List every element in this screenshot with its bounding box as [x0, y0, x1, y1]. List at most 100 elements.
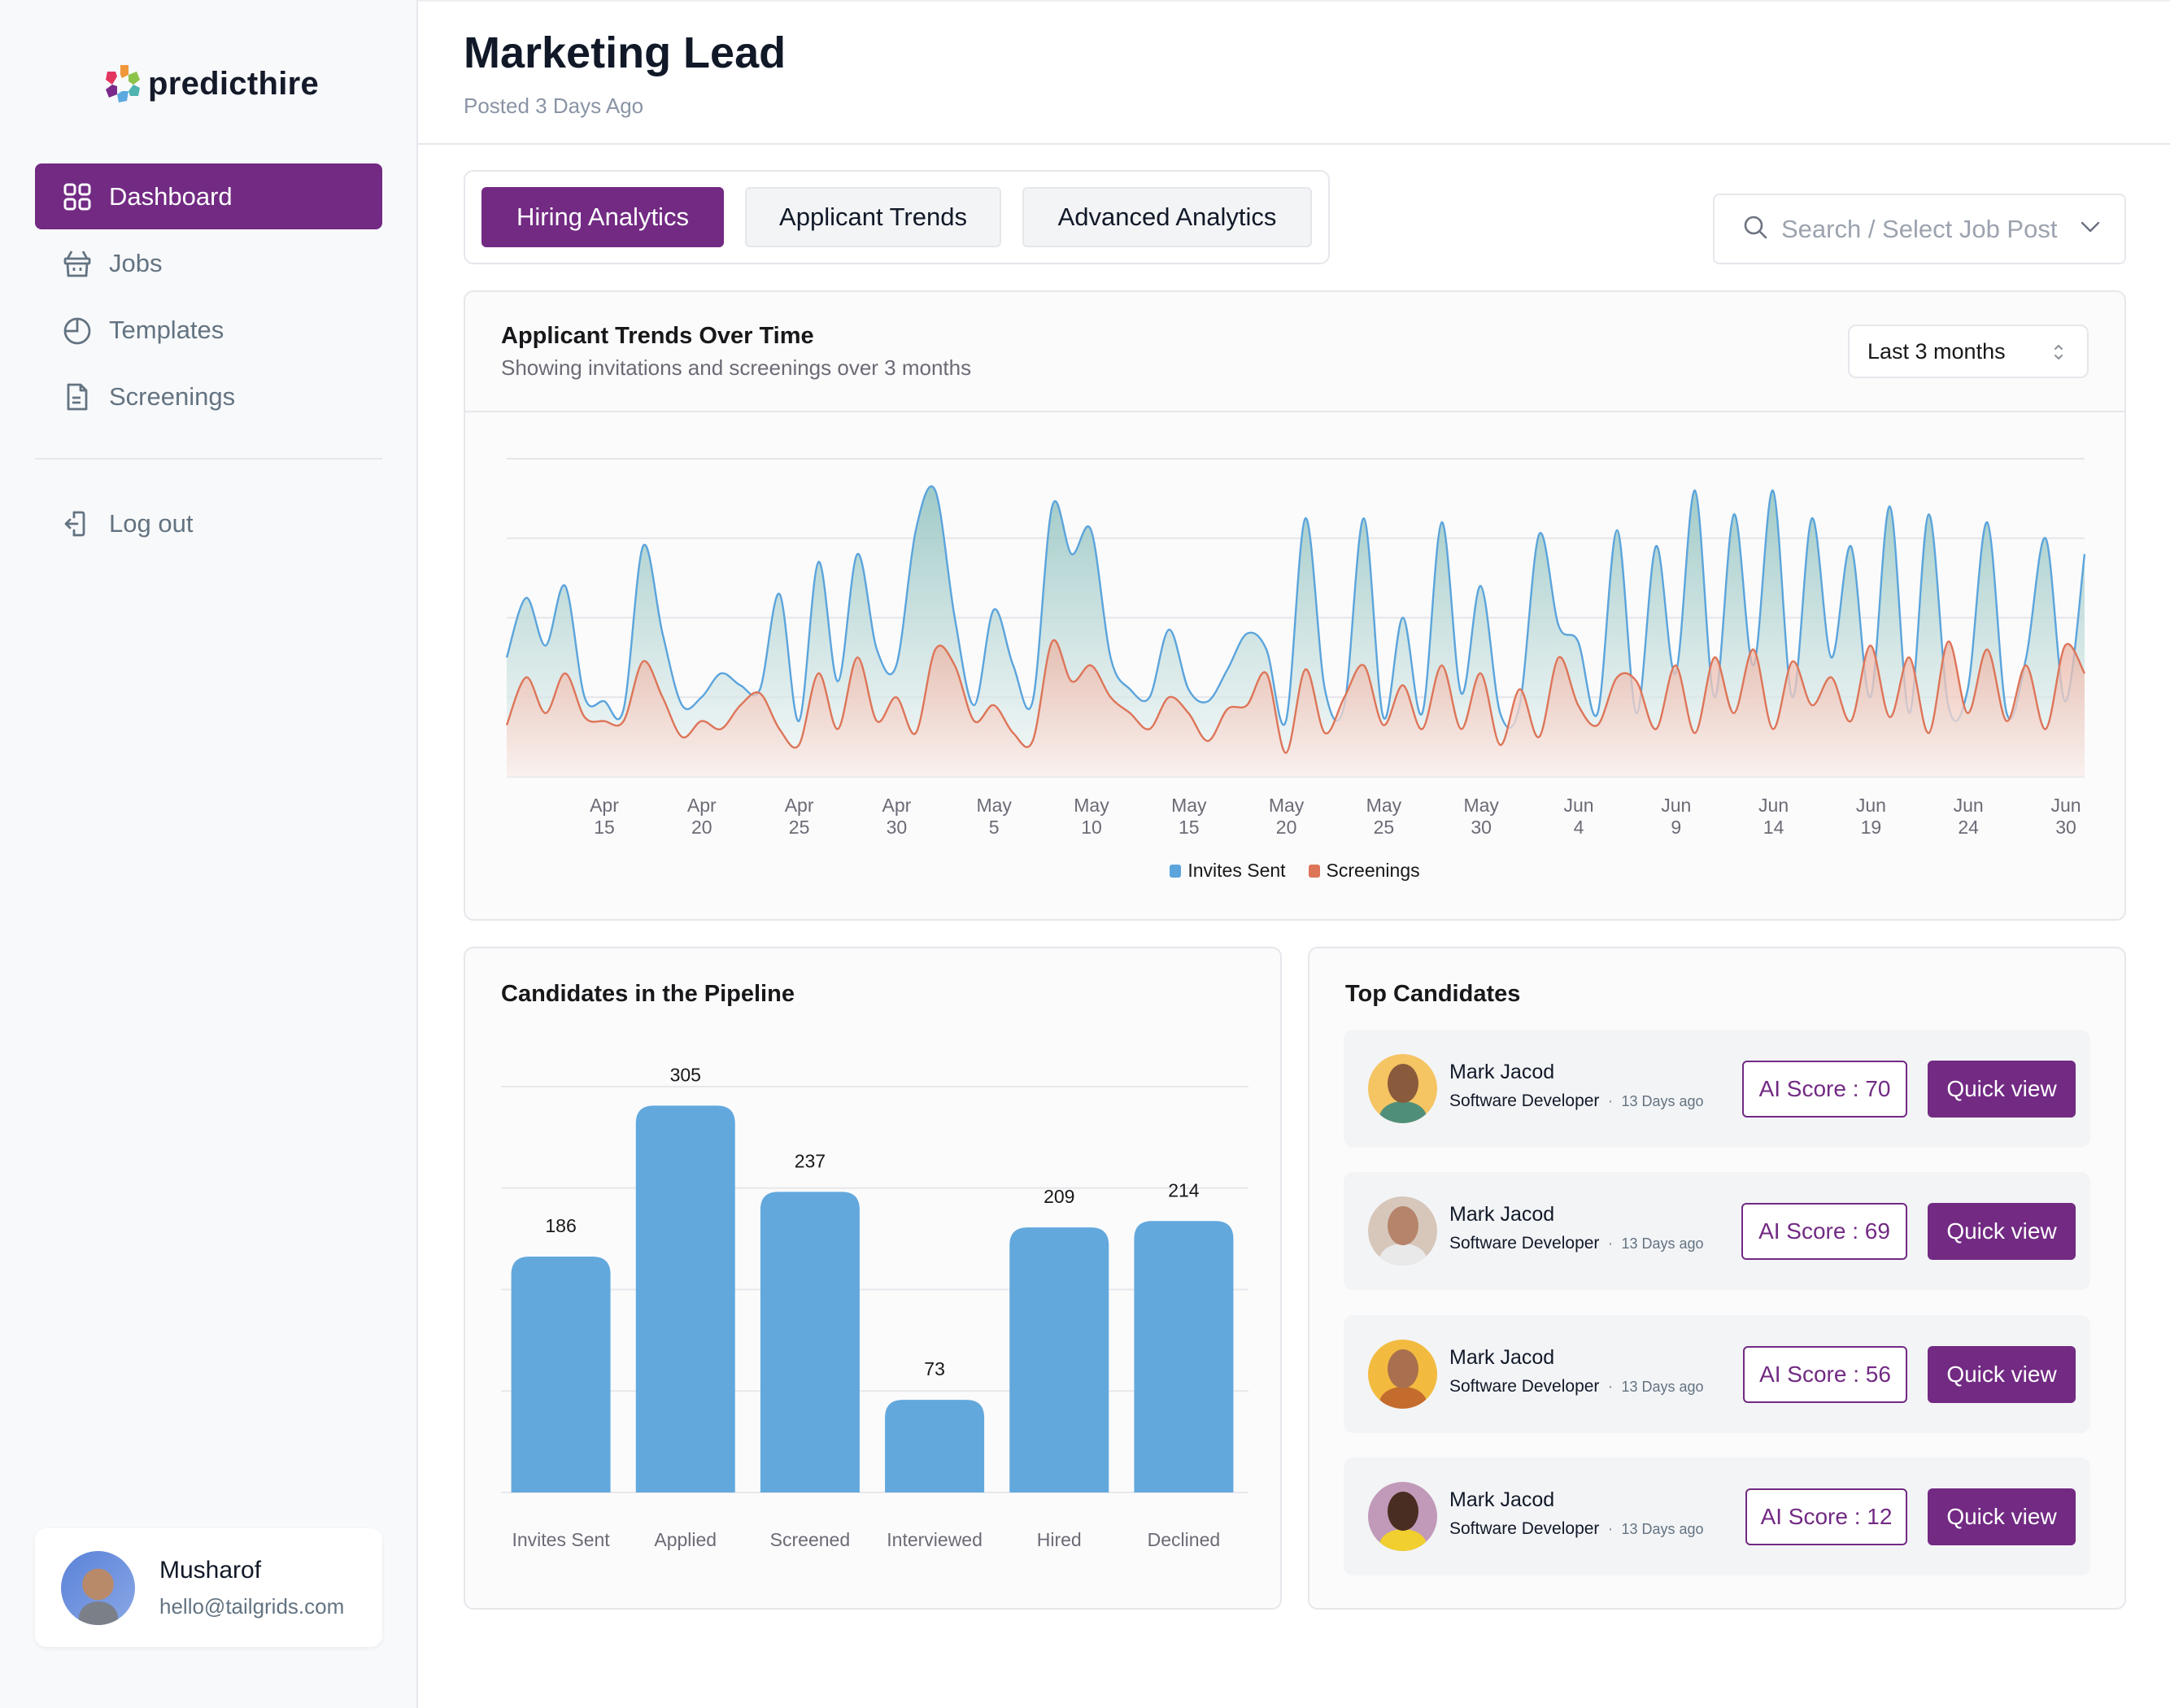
bar-value-label: 73 [924, 1358, 945, 1379]
x-tick-label: May 10 [1074, 795, 1109, 838]
sidebar-item-label: Dashboard [109, 181, 233, 211]
separator-dot: · [1607, 1091, 1614, 1110]
candidate-avatar [1368, 1196, 1437, 1266]
candidate-name[interactable]: Mark Jacod [1449, 1488, 1554, 1512]
sidebar-nav: Dashboard Jobs Templates Screenings [35, 163, 382, 430]
candidate-role: Software Developer [1449, 1091, 1600, 1110]
x-tick-label: May 30 [1463, 795, 1499, 838]
legend-item-screenings[interactable]: Screenings [1308, 860, 1420, 882]
bar-base [885, 1478, 985, 1492]
bar-hired[interactable] [1009, 1227, 1109, 1492]
grid-icon [62, 181, 93, 212]
page-title: Marketing Lead [464, 28, 787, 77]
bar-base [635, 1478, 735, 1492]
logo-icon [106, 65, 140, 102]
sidebar-item-jobs[interactable]: Jobs [35, 230, 382, 296]
trend-card-subtitle: Showing invitations and screenings over … [501, 355, 972, 380]
chart-legend: Invites Sent Screenings [465, 860, 2124, 882]
sidebar-item-dashboard[interactable]: Dashboard [35, 163, 382, 229]
sidebar-item-screenings[interactable]: Screenings [35, 364, 382, 429]
tab-hiring-analytics[interactable]: Hiring Analytics [481, 187, 724, 247]
quick-view-button[interactable]: Quick view [1928, 1203, 2076, 1260]
separator-dot: · [1607, 1519, 1614, 1538]
time-range-select[interactable]: Last 3 months [1848, 325, 2089, 378]
x-tick-label: Jun 9 [1661, 795, 1691, 838]
bar-value-label: 305 [670, 1064, 701, 1085]
logout-button[interactable]: Log out [35, 490, 382, 556]
candidate-name[interactable]: Mark Jacod [1449, 1346, 1554, 1370]
candidate-row: Mark Jacod Software Developer · 13 Days ag… [1344, 1172, 2090, 1290]
x-tick-label: Apr 25 [785, 795, 814, 838]
avatar [61, 1550, 135, 1625]
sidebar-item-label: Screenings [109, 381, 236, 411]
x-tick-label: Apr 15 [590, 795, 619, 838]
user-profile-card[interactable]: Musharof hello@tailgrids.com [35, 1528, 382, 1647]
analytics-tabs: Hiring Analytics Applicant Trends Advanc… [464, 170, 1330, 264]
chevron-up-down-icon [2051, 341, 2066, 369]
candidate-row: Mark Jacod Software Developer · 13 Days ag… [1344, 1030, 2090, 1148]
candidate-meta: Software Developer · 13 Days ago [1449, 1519, 1704, 1539]
bar-invites-sent[interactable] [511, 1256, 611, 1492]
pipeline-card: Candidates in the Pipeline 186 Invites Se… [464, 947, 1282, 1610]
candidate-name[interactable]: Mark Jacod [1449, 1061, 1554, 1084]
pipeline-bar-chart: 186 Invites Sent 305 Applied 237 Screened 73 In… [501, 1064, 1248, 1550]
logo[interactable]: predicthire [104, 63, 319, 104]
bar-value-label: 209 [1044, 1186, 1074, 1207]
ai-score-badge: AI Score : 12 [1745, 1488, 1907, 1545]
tab-applicant-trends[interactable]: Applicant Trends [745, 187, 1001, 247]
candidate-time-ago: 13 Days ago [1621, 1235, 1704, 1252]
x-tick-label: May 20 [1269, 795, 1305, 838]
posted-date: Posted 3 Days Ago [464, 94, 644, 118]
candidate-name[interactable]: Mark Jacod [1449, 1203, 1554, 1227]
logout-icon [62, 508, 93, 539]
user-email: hello@tailgrids.com [159, 1593, 345, 1619]
bar-declined[interactable] [1134, 1221, 1234, 1492]
bar-category-label: Applied [654, 1529, 717, 1550]
search-input[interactable]: Search / Select Job Post [1781, 215, 2079, 244]
legend-swatch-invites [1170, 864, 1182, 878]
document-icon [62, 381, 93, 412]
logout-section: Log out [35, 490, 382, 557]
candidate-meta: Software Developer · 13 Days ago [1449, 1091, 1704, 1111]
sidebar-divider [35, 458, 382, 460]
bar-screened[interactable] [760, 1192, 860, 1492]
candidate-role: Software Developer [1449, 1377, 1600, 1396]
bar-base [1134, 1478, 1234, 1492]
sidebar-item-templates[interactable]: Templates [35, 297, 382, 363]
legend-swatch-screenings [1308, 864, 1320, 878]
chevron-down-icon[interactable] [2079, 216, 2102, 242]
quick-view-button[interactable]: Quick view [1928, 1488, 2076, 1545]
sidebar-item-label: Templates [109, 315, 224, 344]
legend-label: Screenings [1326, 860, 1420, 881]
bar-category-label: Declined [1148, 1529, 1221, 1550]
logout-label: Log out [109, 508, 194, 538]
candidate-meta: Software Developer · 13 Days ago [1449, 1377, 1704, 1396]
ai-score-badge: AI Score : 70 [1742, 1061, 1907, 1118]
logo-text: predicthire [148, 65, 320, 102]
bar-base [1009, 1478, 1109, 1492]
x-tick-label: Jun 24 [1954, 795, 1984, 838]
page-header: Marketing Lead Posted 3 Days Ago [418, 0, 2170, 145]
sidebar: predicthire Dashboard Jobs Templates Scr… [0, 0, 418, 1708]
basket-icon [62, 248, 93, 279]
trend-area-chart: Apr 15 Apr 20 Apr 25 Apr 30 May 5 May 10 May 15 May 20 M… [505, 458, 2086, 838]
ai-score-badge: AI Score : 56 [1743, 1346, 1907, 1403]
bar-category-label: Invites Sent [512, 1529, 610, 1550]
bar-applied[interactable] [635, 1105, 735, 1492]
legend-item-invites[interactable]: Invites Sent [1170, 860, 1286, 882]
candidate-row: Mark Jacod Software Developer · 13 Days ag… [1344, 1457, 2090, 1575]
job-post-search[interactable]: Search / Select Job Post [1713, 194, 2126, 264]
quick-view-button[interactable]: Quick view [1928, 1061, 2076, 1118]
bar-category-label: Hired [1037, 1529, 1082, 1550]
sidebar-item-label: Jobs [109, 248, 163, 277]
tab-advanced-analytics[interactable]: Advanced Analytics [1022, 187, 1312, 247]
candidate-row: Mark Jacod Software Developer · 13 Days ag… [1344, 1315, 2090, 1433]
candidate-avatar [1368, 1054, 1437, 1123]
ai-score-badge: AI Score : 69 [1741, 1203, 1907, 1260]
candidate-meta: Software Developer · 13 Days ago [1449, 1234, 1704, 1253]
x-tick-label: Jun 19 [1856, 795, 1886, 838]
quick-view-button[interactable]: Quick view [1928, 1346, 2076, 1403]
x-tick-label: Apr 20 [687, 795, 717, 838]
search-icon [1742, 214, 1768, 244]
x-tick-label: May 15 [1171, 795, 1207, 838]
